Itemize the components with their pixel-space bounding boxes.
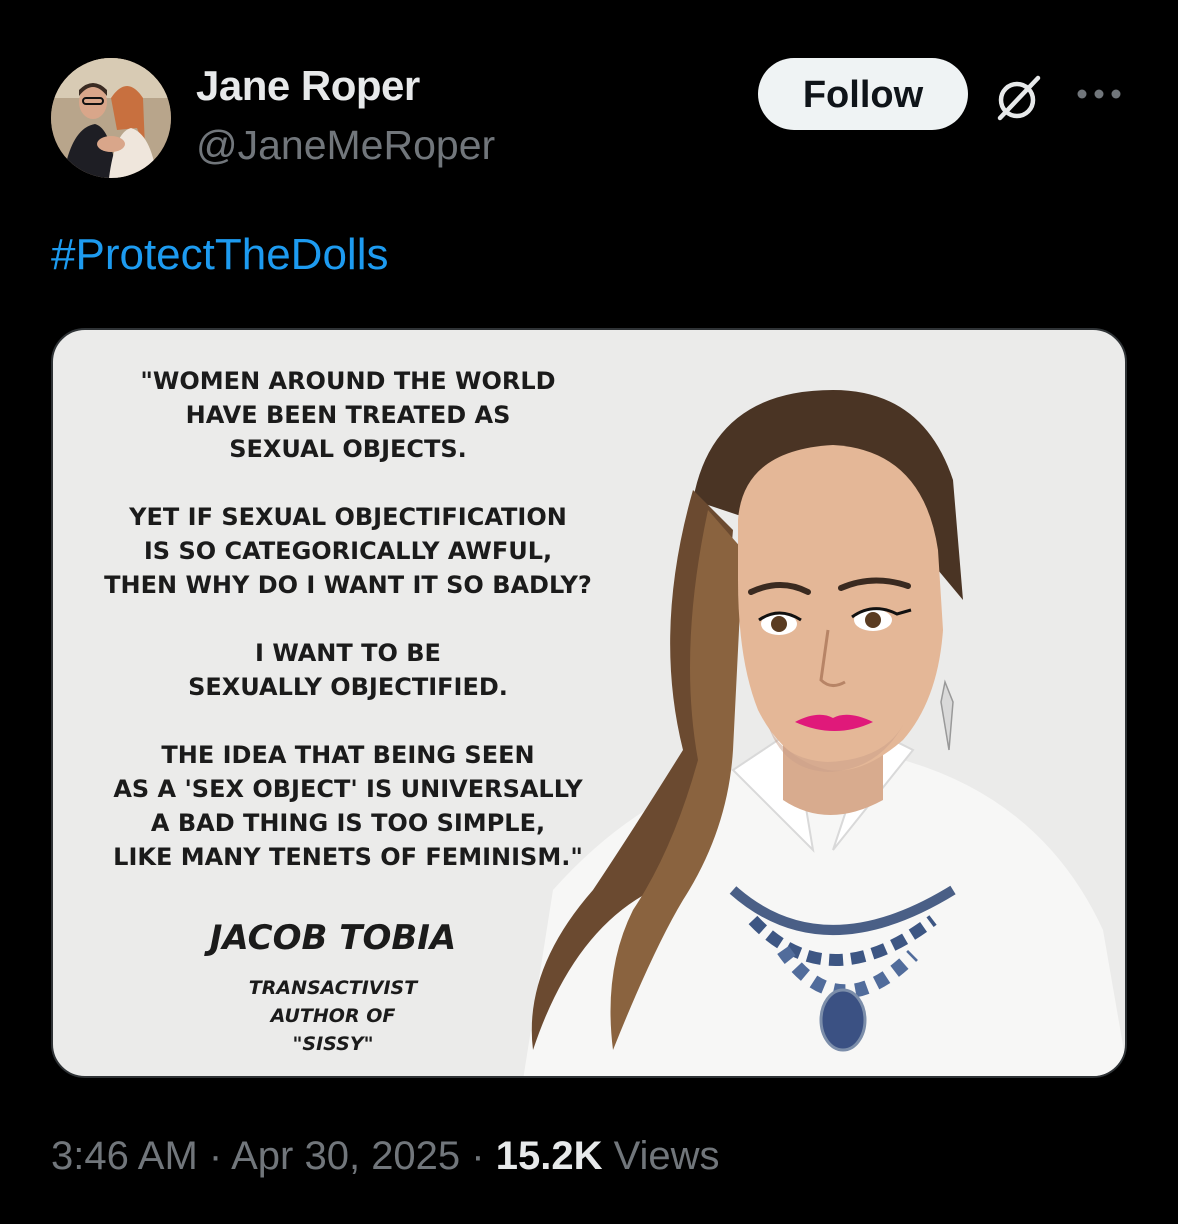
quote-author-role: TRANSACTIVIST AUTHOR OF "SISSY": [248, 977, 418, 1055]
post-time[interactable]: 3:46 AM: [51, 1134, 198, 1178]
views-label: Views: [602, 1134, 720, 1178]
views-count[interactable]: 15.2K: [496, 1134, 603, 1178]
meta-separator: ·: [460, 1134, 496, 1178]
author-name[interactable]: Jane Roper: [196, 62, 420, 110]
quote-text: "WOMEN AROUND THE WORLD HAVE BEEN TREATE…: [53, 364, 643, 908]
quote-paragraph: I WANT TO BE SEXUALLY OBJECTIFIED.: [188, 639, 508, 701]
post-meta: 3:46 AM · Apr 30, 2025 · 15.2K Views: [51, 1134, 720, 1179]
post: Jane Roper @JaneMeRoper Follow #ProtectT…: [0, 0, 1178, 1224]
avatar[interactable]: [51, 58, 171, 178]
follow-button[interactable]: Follow: [758, 58, 968, 130]
quote-paragraph: "WOMEN AROUND THE WORLD HAVE BEEN TREATE…: [140, 367, 556, 463]
quote-paragraph: YET IF SEXUAL OBJECTIFICATION IS SO CATE…: [104, 503, 592, 599]
quote-author-name: JACOB TOBIA: [209, 918, 457, 958]
quote-paragraph: THE IDEA THAT BEING SEEN AS A 'SEX OBJEC…: [113, 741, 583, 871]
author-handle[interactable]: @JaneMeRoper: [196, 122, 495, 169]
meta-separator: ·: [197, 1134, 232, 1178]
profile-photo-icon: [51, 58, 171, 178]
more-dots-icon[interactable]: [1074, 82, 1124, 106]
grok-icon[interactable]: [992, 72, 1044, 124]
post-image[interactable]: "WOMEN AROUND THE WORLD HAVE BEEN TREATE…: [51, 328, 1127, 1078]
post-date[interactable]: Apr 30, 2025: [231, 1134, 460, 1178]
hashtag-link[interactable]: #ProtectTheDolls: [51, 230, 388, 280]
